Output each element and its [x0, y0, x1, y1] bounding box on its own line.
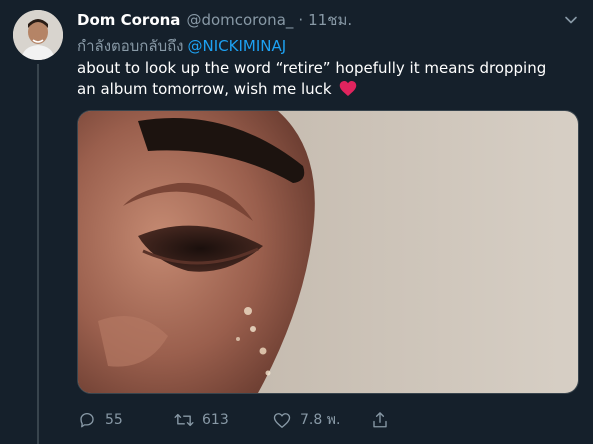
retweet-icon [174, 410, 194, 430]
replying-to-label: กำลังตอบกลับถึง [77, 37, 184, 55]
replying-to: กำลังตอบกลับถึง @NICKIMINAJ [77, 34, 286, 58]
red-heart-icon [339, 80, 357, 103]
reply-icon [77, 410, 97, 430]
share-button[interactable] [370, 410, 390, 430]
avatar-image [13, 10, 63, 60]
tweet-header: Dom Corona @domcorona_ · 11ชม. [77, 10, 352, 30]
photo-image [78, 111, 578, 393]
like-count: 7.8 พ. [300, 412, 341, 428]
retweet-button[interactable]: 613 [174, 410, 229, 430]
tweet-body: about to look up the word “retire” hopef… [77, 58, 567, 103]
retweet-count: 613 [202, 412, 229, 428]
like-button[interactable]: 7.8 พ. [272, 409, 340, 431]
tweet-text: about to look up the word “retire” hopef… [77, 59, 547, 98]
display-name[interactable]: Dom Corona [77, 11, 180, 29]
avatar[interactable] [13, 10, 63, 60]
reply-count: 55 [105, 412, 123, 428]
reply-mention-link[interactable]: @NICKIMINAJ [188, 37, 287, 55]
chevron-down-icon[interactable] [561, 10, 581, 30]
timestamp[interactable]: 11ชม. [308, 8, 352, 32]
tweet-actions: 55 613 7.8 พ. [77, 408, 417, 432]
tweet-photo[interactable] [77, 110, 579, 394]
heart-outline-icon [272, 410, 292, 430]
separator-dot: · [298, 11, 304, 29]
share-icon [370, 410, 390, 430]
thread-line [37, 64, 39, 444]
user-handle[interactable]: @domcorona_ [186, 11, 293, 29]
reply-button[interactable]: 55 [77, 410, 123, 430]
